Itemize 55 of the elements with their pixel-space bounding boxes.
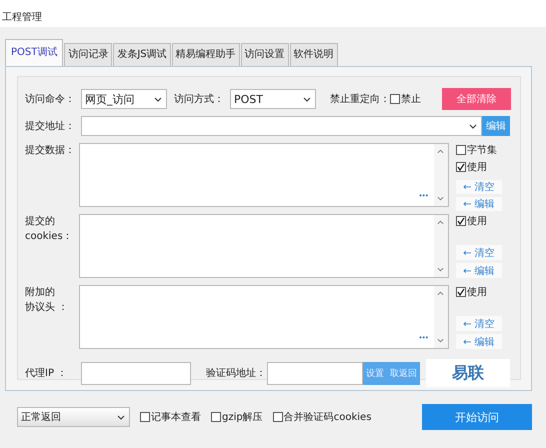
section-label: 提交数据： [25,144,76,158]
scrollbar[interactable] [434,286,448,348]
scroll-down-icon[interactable] [437,267,444,272]
scrollbar[interactable] [434,215,448,277]
redirect-label: 禁止重定向： [330,92,390,106]
tab[interactable]: 发条JS调试 [113,43,171,66]
captcha-input-field[interactable] [267,362,363,384]
scroll-up-icon[interactable] [437,291,444,296]
tab[interactable]: 精易编程助手 [172,43,240,66]
mode-dropdown[interactable]: 正常返回 [17,407,130,427]
checkmark-icon [456,288,465,296]
option-checkbox[interactable]: gzip解压 [211,410,263,424]
option-checkbox[interactable]: 使用 [456,214,514,228]
captcha-label: 验证码地址： [206,366,267,380]
option-checkbox[interactable]: 记事本查看 [140,410,201,424]
side-button[interactable]: ← 编辑 [456,334,502,349]
checkmark-icon [456,163,465,171]
method-label: 访问方式： [174,92,225,106]
side-button[interactable]: ← 清空 [456,316,502,331]
tab[interactable]: 访问设置 [240,43,289,66]
option-checkbox[interactable]: 字节集 [456,143,514,157]
option-checkbox[interactable]: 使用 [456,160,514,174]
scroll-down-icon[interactable] [437,196,444,201]
tab[interactable]: 访问记录 [64,43,112,66]
start-button[interactable]: 开始访问 [422,404,532,430]
address-dropdown[interactable] [81,116,482,136]
chevron-down-icon [117,415,125,420]
scroll-up-icon[interactable] [437,220,444,225]
chevron-down-icon [154,97,162,102]
option-checkbox[interactable]: 使用 [456,285,514,299]
command-label: 访问命令： [25,92,76,106]
chevron-down-icon [303,97,311,102]
checkmark-icon [456,217,465,225]
scroll-down-icon[interactable] [437,338,444,343]
section-label: 附加的 协议头 ： [25,286,70,315]
method-dropdown[interactable]: POST [230,89,316,109]
option-checkbox[interactable]: 合并验证码cookies [272,410,372,424]
command-dropdown[interactable]: 网页_访问 [81,89,167,109]
section-label: 提交的 cookies： [25,214,74,244]
address-label: 提交地址： [25,120,76,133]
side-button[interactable]: ← 编辑 [456,263,502,278]
scrollbar[interactable] [434,144,448,206]
logo: 易联 [426,359,510,387]
menu-item[interactable]: 工程管理 [2,10,42,24]
tab[interactable]: POST调试 [5,39,64,66]
side-button[interactable]: ← 编辑 [456,197,502,211]
side-button[interactable]: ← 清空 [456,245,502,260]
side-button[interactable]: ← 清空 [456,180,502,194]
proxy-label: 代理IP ： [25,367,68,380]
tab[interactable]: 软件说明 [290,43,338,66]
disable-checkbox[interactable]: 禁止 [390,92,421,106]
chevron-down-icon [469,124,477,129]
text-area[interactable] [79,214,449,278]
scroll-up-icon[interactable] [437,149,444,154]
proxy-input-field[interactable] [81,362,191,384]
